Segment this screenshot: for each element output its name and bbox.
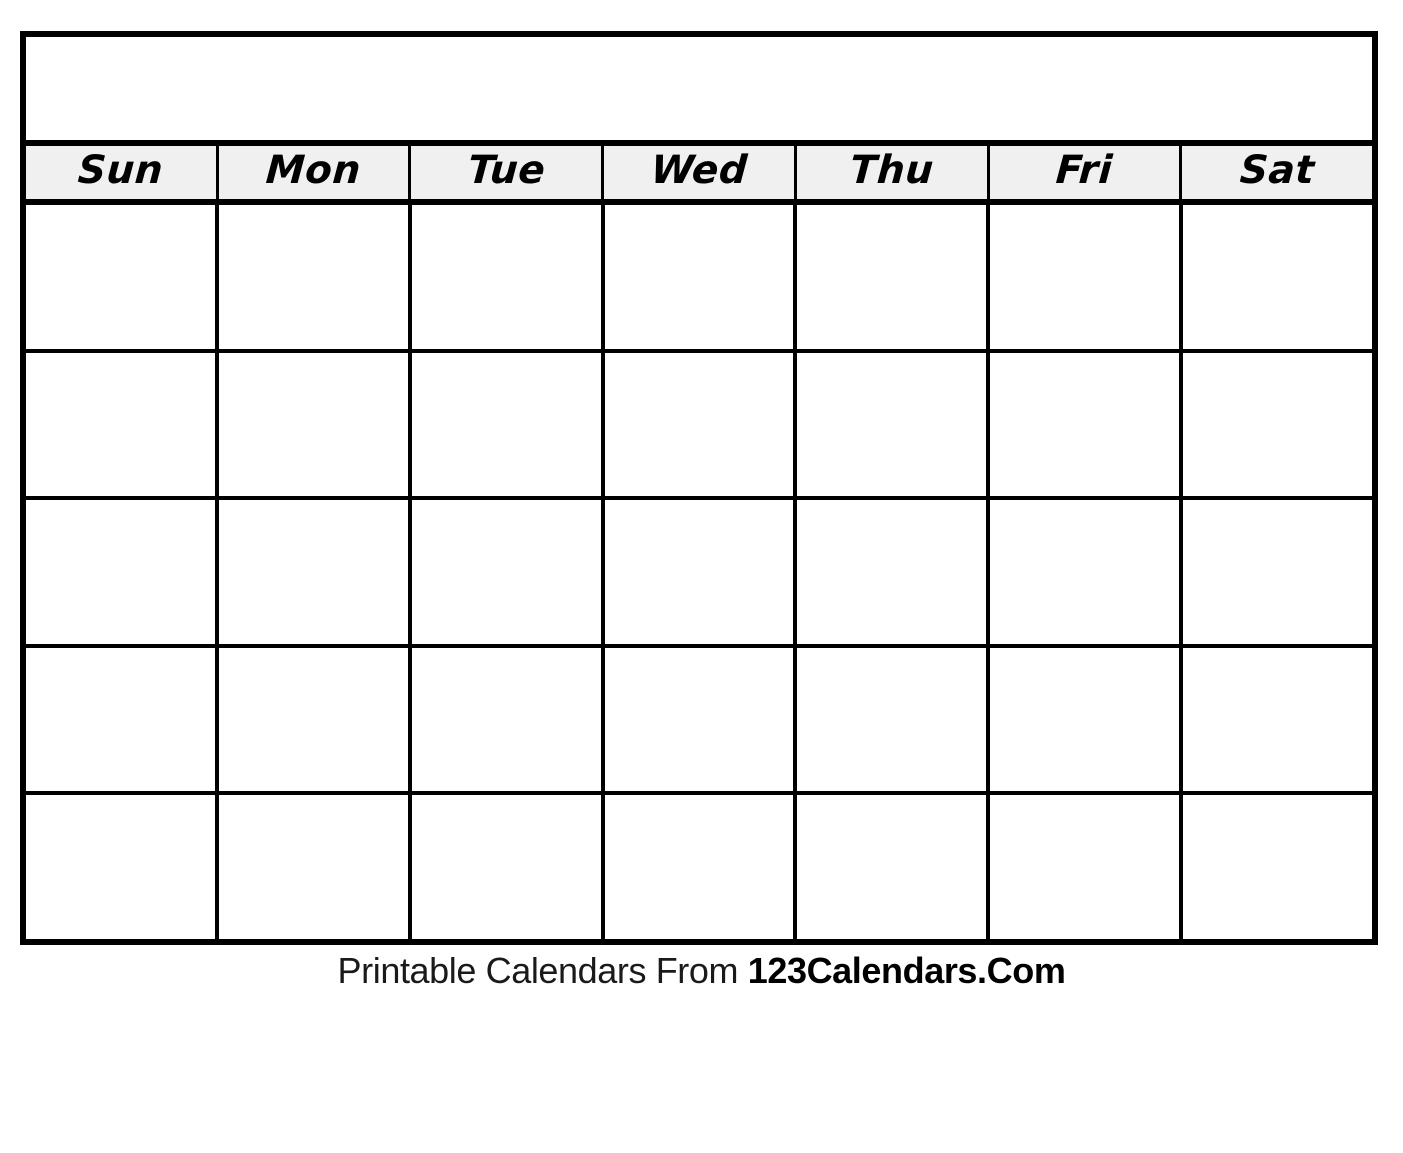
calendar-day-cell[interactable] xyxy=(411,205,605,349)
calendar-day-cell[interactable] xyxy=(990,795,1184,939)
calendar-day-cell[interactable] xyxy=(604,500,798,644)
weekday-header-cell-thu: Thu xyxy=(796,146,990,199)
footer-brand-link[interactable]: 123Calendars.Com xyxy=(748,950,1066,991)
calendar-day-cell[interactable] xyxy=(26,500,219,644)
calendar-day-cell[interactable] xyxy=(990,352,1184,497)
weekday-header-cell-sun: Sun xyxy=(26,146,219,199)
calendar-day-cell[interactable] xyxy=(411,500,605,644)
weekday-header-cell-fri: Fri xyxy=(989,146,1183,199)
calendar-week-row xyxy=(26,352,1373,501)
weekday-header-cell-mon: Mon xyxy=(218,146,412,199)
calendar-day-cell[interactable] xyxy=(26,647,219,792)
calendar-day-cell[interactable] xyxy=(797,795,991,939)
calendar-day-cell[interactable] xyxy=(604,647,798,792)
weekday-header-cell-tue: Tue xyxy=(411,146,605,199)
weekday-label-fri: Fri xyxy=(1054,148,1115,193)
weekday-label-tue: Tue xyxy=(466,148,547,193)
footer-prefix-text: Printable Calendars From xyxy=(337,950,748,991)
calendar-day-cell[interactable] xyxy=(1183,500,1373,644)
calendar-week-row xyxy=(26,205,1373,353)
calendar-day-cell[interactable] xyxy=(218,352,412,497)
weekday-label-sun: Sun xyxy=(76,148,165,193)
calendar-day-cell[interactable] xyxy=(604,352,798,497)
calendar-day-cell[interactable] xyxy=(797,205,991,349)
calendar-day-cell[interactable] xyxy=(604,795,798,939)
calendar-day-cell[interactable] xyxy=(411,352,605,497)
calendar-day-cell[interactable] xyxy=(218,500,412,644)
calendar-day-cell[interactable] xyxy=(797,500,991,644)
weekday-label-sat: Sat xyxy=(1238,148,1317,193)
calendar-day-cell[interactable] xyxy=(1183,205,1373,349)
weekday-label-mon: Mon xyxy=(264,148,363,193)
calendar-day-cell[interactable] xyxy=(990,647,1184,792)
weekday-header-cell-sat: Sat xyxy=(1182,146,1373,199)
calendar-day-cell[interactable] xyxy=(1183,352,1373,497)
calendar-day-cell[interactable] xyxy=(990,205,1184,349)
calendar-title-band[interactable] xyxy=(26,37,1372,146)
calendar-day-cell[interactable] xyxy=(26,795,219,939)
calendar-day-cell[interactable] xyxy=(26,205,219,349)
calendar-day-cell[interactable] xyxy=(411,647,605,792)
calendar-frame: Sun Mon Tue Wed Thu Fri Sat xyxy=(20,31,1378,945)
calendar-day-cell[interactable] xyxy=(218,647,412,792)
calendar-day-cell[interactable] xyxy=(604,205,798,349)
calendar-day-cell[interactable] xyxy=(797,352,991,497)
calendar-day-cell[interactable] xyxy=(218,795,412,939)
footer-attribution: Printable Calendars From 123Calendars.Co… xyxy=(0,950,1403,992)
calendar-day-cell[interactable] xyxy=(1183,647,1373,792)
calendar-week-row xyxy=(26,795,1373,939)
calendar-day-cell[interactable] xyxy=(26,352,219,497)
calendar-day-cell[interactable] xyxy=(411,795,605,939)
calendar-week-row xyxy=(26,500,1373,648)
weekday-header-cell-wed: Wed xyxy=(604,146,797,199)
weekday-label-wed: Wed xyxy=(649,148,749,193)
calendar-day-cell[interactable] xyxy=(218,205,412,349)
calendar-day-cell[interactable] xyxy=(797,647,991,792)
weekday-label-thu: Thu xyxy=(848,148,936,193)
calendar-week-row xyxy=(26,647,1373,796)
calendar-day-cell[interactable] xyxy=(1183,795,1373,939)
calendar-day-cell[interactable] xyxy=(990,500,1184,644)
calendar-grid xyxy=(26,205,1373,939)
weekday-header-row: Sun Mon Tue Wed Thu Fri Sat xyxy=(26,146,1373,205)
